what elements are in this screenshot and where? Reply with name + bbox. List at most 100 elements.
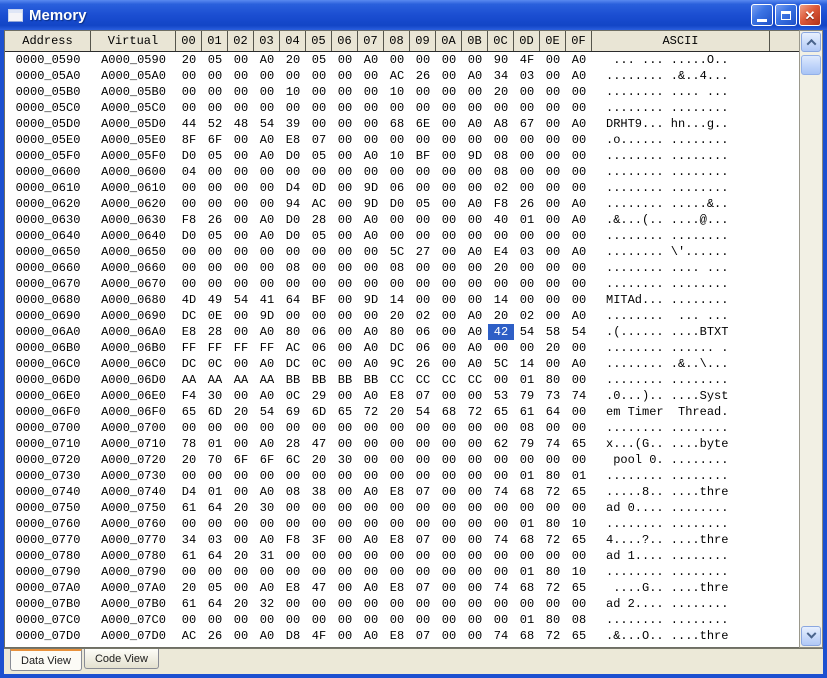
byte-cell[interactable]: 00	[436, 628, 462, 644]
byte-cell[interactable]: 07	[410, 484, 436, 500]
byte-cell[interactable]: 00	[488, 452, 514, 468]
byte-cell[interactable]: 00	[332, 420, 358, 436]
byte-cell[interactable]: 58	[540, 324, 566, 340]
byte-cell[interactable]: 00	[358, 244, 384, 260]
row-ascii[interactable]: ........ ........	[592, 564, 770, 580]
byte-cell[interactable]: E8	[384, 388, 410, 404]
row-ascii[interactable]: ........ ........	[592, 228, 770, 244]
byte-cell[interactable]: 00	[410, 212, 436, 228]
byte-cell[interactable]: 00	[280, 612, 306, 628]
byte-cell[interactable]: 00	[332, 324, 358, 340]
byte-cell[interactable]: 00	[332, 596, 358, 612]
byte-cell[interactable]: 00	[566, 164, 592, 180]
byte-cell[interactable]: 00	[332, 612, 358, 628]
byte-cell[interactable]: 4F	[306, 628, 332, 644]
byte-cell[interactable]: 01	[202, 484, 228, 500]
byte-cell[interactable]: 00	[332, 516, 358, 532]
byte-cell[interactable]: 00	[254, 164, 280, 180]
byte-cell[interactable]: A0	[254, 324, 280, 340]
byte-cell[interactable]: 0C	[306, 356, 332, 372]
byte-cell[interactable]: 08	[488, 164, 514, 180]
byte-cell[interactable]: FF	[202, 340, 228, 356]
byte-cell[interactable]: E8	[280, 580, 306, 596]
byte-cell[interactable]: 00	[410, 548, 436, 564]
byte-cell[interactable]: 47	[306, 580, 332, 596]
byte-cell[interactable]: 00	[436, 452, 462, 468]
byte-cell[interactable]: 00	[358, 516, 384, 532]
row-ascii[interactable]: ........ ........	[592, 516, 770, 532]
byte-cell[interactable]: 00	[436, 164, 462, 180]
byte-cell[interactable]: 01	[514, 516, 540, 532]
byte-cell[interactable]: 14	[488, 292, 514, 308]
scroll-down-button[interactable]	[801, 626, 821, 646]
byte-cell[interactable]: A0	[254, 532, 280, 548]
byte-cell[interactable]: 00	[540, 548, 566, 564]
byte-cell[interactable]: 00	[280, 564, 306, 580]
byte-cell[interactable]: A0	[358, 324, 384, 340]
byte-cell[interactable]: 00	[176, 84, 202, 100]
byte-cell[interactable]: 00	[384, 452, 410, 468]
byte-cell[interactable]: 00	[566, 420, 592, 436]
byte-cell[interactable]: 00	[410, 468, 436, 484]
byte-cell[interactable]: 02	[488, 180, 514, 196]
byte-cell[interactable]: 3F	[306, 532, 332, 548]
row-ascii[interactable]: .....8.. ....thre	[592, 484, 770, 500]
row-ascii[interactable]: pool 0. ........	[592, 452, 770, 468]
byte-cell[interactable]: 00	[228, 436, 254, 452]
byte-cell[interactable]: 00	[202, 276, 228, 292]
byte-cell[interactable]: 00	[462, 580, 488, 596]
byte-cell[interactable]: 00	[280, 516, 306, 532]
byte-cell[interactable]: 00	[228, 196, 254, 212]
byte-cell[interactable]: A0	[254, 132, 280, 148]
byte-cell[interactable]: 08	[280, 484, 306, 500]
byte-cell[interactable]: 00	[384, 500, 410, 516]
byte-cell[interactable]: D4	[280, 180, 306, 196]
byte-cell[interactable]: 00	[514, 100, 540, 116]
byte-cell[interactable]: 00	[228, 356, 254, 372]
byte-cell[interactable]: 34	[176, 532, 202, 548]
byte-cell[interactable]: 72	[462, 404, 488, 420]
row-ascii[interactable]: ....G.. ....thre	[592, 580, 770, 596]
byte-cell[interactable]: 07	[410, 388, 436, 404]
byte-cell[interactable]: 00	[436, 244, 462, 260]
byte-cell[interactable]: 00	[410, 84, 436, 100]
byte-cell[interactable]: 00	[280, 420, 306, 436]
byte-cell[interactable]: 00	[176, 68, 202, 84]
byte-cell[interactable]: 00	[228, 324, 254, 340]
byte-cell[interactable]: 08	[384, 260, 410, 276]
byte-cell[interactable]: 65	[566, 484, 592, 500]
title-bar[interactable]: Memory ✕	[0, 0, 827, 30]
byte-cell[interactable]: 44	[176, 116, 202, 132]
byte-cell[interactable]: 74	[540, 436, 566, 452]
byte-cell[interactable]: 00	[228, 100, 254, 116]
byte-cell[interactable]: BB	[332, 372, 358, 388]
byte-cell[interactable]: 67	[514, 116, 540, 132]
byte-cell[interactable]: 80	[540, 564, 566, 580]
byte-cell[interactable]: 64	[280, 292, 306, 308]
byte-cell[interactable]: 00	[358, 564, 384, 580]
byte-cell[interactable]: D8	[280, 628, 306, 644]
byte-cell[interactable]: 00	[514, 340, 540, 356]
byte-cell[interactable]: 79	[514, 436, 540, 452]
byte-cell[interactable]: 68	[514, 628, 540, 644]
byte-cell[interactable]: 08	[514, 420, 540, 436]
byte-cell[interactable]: 00	[566, 340, 592, 356]
byte-cell[interactable]: 30	[254, 500, 280, 516]
byte-cell[interactable]: E8	[280, 132, 306, 148]
row-ascii[interactable]: ........ ........	[592, 612, 770, 628]
byte-cell[interactable]: 6F	[254, 452, 280, 468]
byte-cell[interactable]: 00	[488, 276, 514, 292]
byte-cell[interactable]: E4	[488, 244, 514, 260]
byte-cell[interactable]: A0	[358, 356, 384, 372]
byte-cell[interactable]: BB	[306, 372, 332, 388]
row-ascii[interactable]: ........ ........	[592, 420, 770, 436]
byte-cell[interactable]: 00	[436, 148, 462, 164]
byte-cell[interactable]: 00	[228, 212, 254, 228]
byte-cell[interactable]: 00	[306, 500, 332, 516]
byte-cell[interactable]: 01	[514, 468, 540, 484]
byte-cell[interactable]: 00	[280, 244, 306, 260]
byte-cell[interactable]: AA	[176, 372, 202, 388]
byte-cell[interactable]: 00	[410, 452, 436, 468]
byte-cell[interactable]: 00	[384, 516, 410, 532]
row-ascii[interactable]: .0...).. ....Syst	[592, 388, 770, 404]
